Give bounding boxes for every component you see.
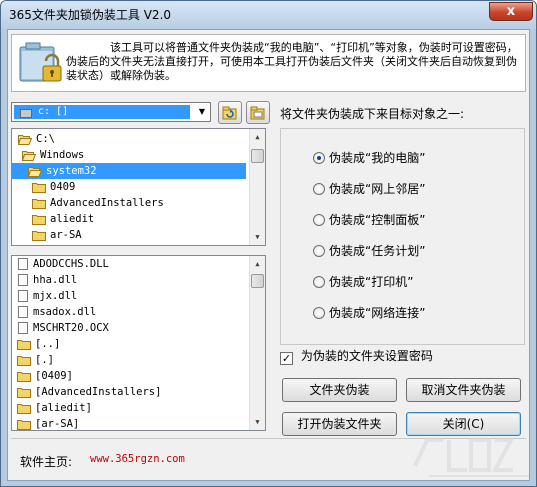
file-list-label: msadox.dll (33, 306, 97, 318)
radio-button[interactable] (313, 183, 325, 195)
file-list-label: hha.dll (33, 274, 78, 286)
folder-tree-label: AdvancedInstallers (50, 197, 164, 209)
disguise-option-label: 伪装成“网上邻居” (329, 182, 426, 196)
disguise-button[interactable]: 文件夹伪装 (282, 378, 397, 402)
folder-tree-item[interactable]: C:\ (12, 131, 55, 147)
target-prompt: 将文件夹伪装成下来目标对象之一: (280, 107, 465, 121)
refresh-folder-icon (222, 106, 237, 120)
file-icon (18, 258, 28, 270)
file-list-label: [AdvancedInstallers] (35, 386, 162, 398)
radio-button[interactable] (313, 152, 325, 164)
close-window-button[interactable]: x (489, 2, 533, 21)
radio-button[interactable] (313, 307, 325, 319)
scroll-thumb[interactable] (251, 149, 264, 163)
file-list-label: MSCHRT20.OCX (33, 322, 109, 334)
scroll-up-icon[interactable]: ▲ (250, 129, 265, 145)
password-checkbox[interactable]: ✓ (280, 352, 293, 365)
description-text: 该工具可以将普通文件夹伪装成“我的电脑”、“打印机”等对象，伪装时可设置密码，伪… (66, 41, 518, 82)
scroll-thumb[interactable] (251, 274, 264, 288)
password-option[interactable]: ✓ 为伪装的文件夹设置密码 (280, 348, 433, 365)
title-bar[interactable]: 365文件夹加锁伪装工具 V2.0 x (1, 1, 536, 29)
file-list[interactable]: ADODCCHS.DLL hha.dll mjx.dll msadox.dll MSCH… (11, 255, 266, 431)
app-window: 365文件夹加锁伪装工具 V2.0 x 该工具可以将普通文件夹伪装成“我的电脑”… (0, 0, 537, 487)
disguise-option[interactable]: 伪装成“网上邻居” (313, 181, 425, 197)
watermark-logo-icon (413, 438, 529, 477)
drive-label: c: [] (38, 106, 69, 117)
file-icon (18, 306, 28, 318)
folder-tree-label: C:\ (36, 133, 55, 145)
file-list-item[interactable]: [ar-SA] (12, 416, 80, 430)
file-list-item[interactable]: ADODCCHS.DLL (12, 256, 109, 272)
disguise-option-label: 伪装成“网络连接” (329, 306, 426, 320)
disguise-option[interactable]: 伪装成“控制面板” (313, 212, 425, 228)
folder-tree-label: system32 (46, 165, 97, 177)
folder-tree-label: bg-BG (50, 245, 82, 246)
file-list-item[interactable]: [..] (12, 336, 60, 352)
file-list-label: [0409] (35, 370, 73, 382)
folder-tree-item[interactable]: bg-BG (12, 243, 82, 246)
chevron-down-icon[interactable]: ▼ (196, 106, 208, 118)
homepage-link[interactable]: www.365rgzn.com (90, 453, 185, 465)
file-list-item[interactable]: [.] (12, 352, 54, 368)
password-checkbox-label: 为伪装的文件夹设置密码 (300, 349, 433, 363)
file-list-label: [.] (35, 354, 54, 366)
refresh-folder-button[interactable] (218, 101, 242, 124)
folder-tree-label: ar-SA (50, 229, 82, 241)
disguise-option[interactable]: 伪装成“网络连接” (313, 305, 425, 321)
radio-button[interactable] (313, 214, 325, 226)
locked-folder-logo-icon (18, 39, 66, 87)
disguise-options-group: 伪装成“我的电脑” 伪装成“网上邻居” 伪装成“控制面板” 伪装成“任务计划” 伪装成“… (280, 128, 525, 345)
folder-tree-label: Windows (40, 149, 85, 161)
open-folder-button[interactable] (246, 101, 270, 124)
scroll-down-icon[interactable]: ▼ (250, 229, 265, 245)
drive-icon (20, 109, 32, 118)
folder-tree-item[interactable]: system32 (12, 163, 246, 179)
folder-tree-item[interactable]: ar-SA (12, 227, 82, 243)
file-list-label: [ar-SA] (35, 418, 80, 430)
file-list-item[interactable]: [AdvancedInstallers] (12, 384, 161, 400)
folder-tree-label: 0409 (50, 181, 76, 193)
open-disguised-folder-button[interactable]: 打开伪装文件夹 (282, 412, 397, 436)
folder-tree-item[interactable]: Windows (12, 147, 84, 163)
file-list-label: [aliedit] (35, 402, 92, 414)
homepage-label: 软件主页: (20, 455, 73, 469)
file-list-scrollbar[interactable]: ▲ ▼ (249, 256, 265, 430)
file-icon (18, 274, 28, 286)
folder-tree-scrollbar[interactable]: ▲ ▼ (249, 129, 265, 245)
drive-select[interactable]: c: [] ▼ (11, 102, 211, 122)
file-list-item[interactable]: mjx.dll (12, 288, 77, 304)
disguise-option-label: 伪装成“任务计划” (329, 244, 426, 258)
disguise-option-label: 伪装成“打印机” (329, 275, 414, 289)
header-panel: 该工具可以将普通文件夹伪装成“我的电脑”、“打印机”等对象，伪装时可设置密码，伪… (11, 34, 526, 92)
file-list-label: ADODCCHS.DLL (33, 258, 109, 270)
folder-tree[interactable]: C:\ Windows system32 0409 AdvancedInstallers… (11, 128, 266, 246)
file-list-label: [..] (35, 338, 61, 350)
scroll-down-icon[interactable]: ▼ (250, 414, 265, 430)
disguise-option[interactable]: 伪装成“打印机” (313, 274, 413, 290)
folder-tree-label: aliedit (50, 213, 95, 225)
file-list-item[interactable]: MSCHRT20.OCX (12, 320, 109, 336)
drive-selected-value: c: [] (14, 105, 190, 119)
file-icon (18, 322, 28, 334)
undisguise-button[interactable]: 取消文件夹伪装 (406, 378, 521, 402)
folder-tree-item[interactable]: AdvancedInstallers (12, 195, 164, 211)
disguise-option-label: 伪装成“我的电脑” (329, 151, 426, 165)
window-title: 365文件夹加锁伪装工具 V2.0 (9, 8, 172, 22)
disguise-option-label: 伪装成“控制面板” (329, 213, 426, 227)
client-area: 该工具可以将普通文件夹伪装成“我的电脑”、“打印机”等对象，伪装时可设置密码，伪… (7, 29, 530, 481)
disguise-option[interactable]: 伪装成“我的电脑” (313, 150, 425, 166)
open-folder-icon (250, 106, 265, 120)
file-list-item[interactable]: hha.dll (12, 272, 77, 288)
folder-tree-item[interactable]: 0409 (12, 179, 75, 195)
file-list-item[interactable]: [aliedit] (12, 400, 92, 416)
file-list-label: mjx.dll (33, 290, 78, 302)
radio-button[interactable] (313, 276, 325, 288)
file-list-item[interactable]: [0409] (12, 368, 73, 384)
file-list-item[interactable]: msadox.dll (12, 304, 96, 320)
radio-button[interactable] (313, 245, 325, 257)
file-icon (18, 290, 28, 302)
disguise-option[interactable]: 伪装成“任务计划” (313, 243, 425, 259)
folder-tree-item[interactable]: aliedit (12, 211, 94, 227)
scroll-up-icon[interactable]: ▲ (250, 256, 265, 272)
